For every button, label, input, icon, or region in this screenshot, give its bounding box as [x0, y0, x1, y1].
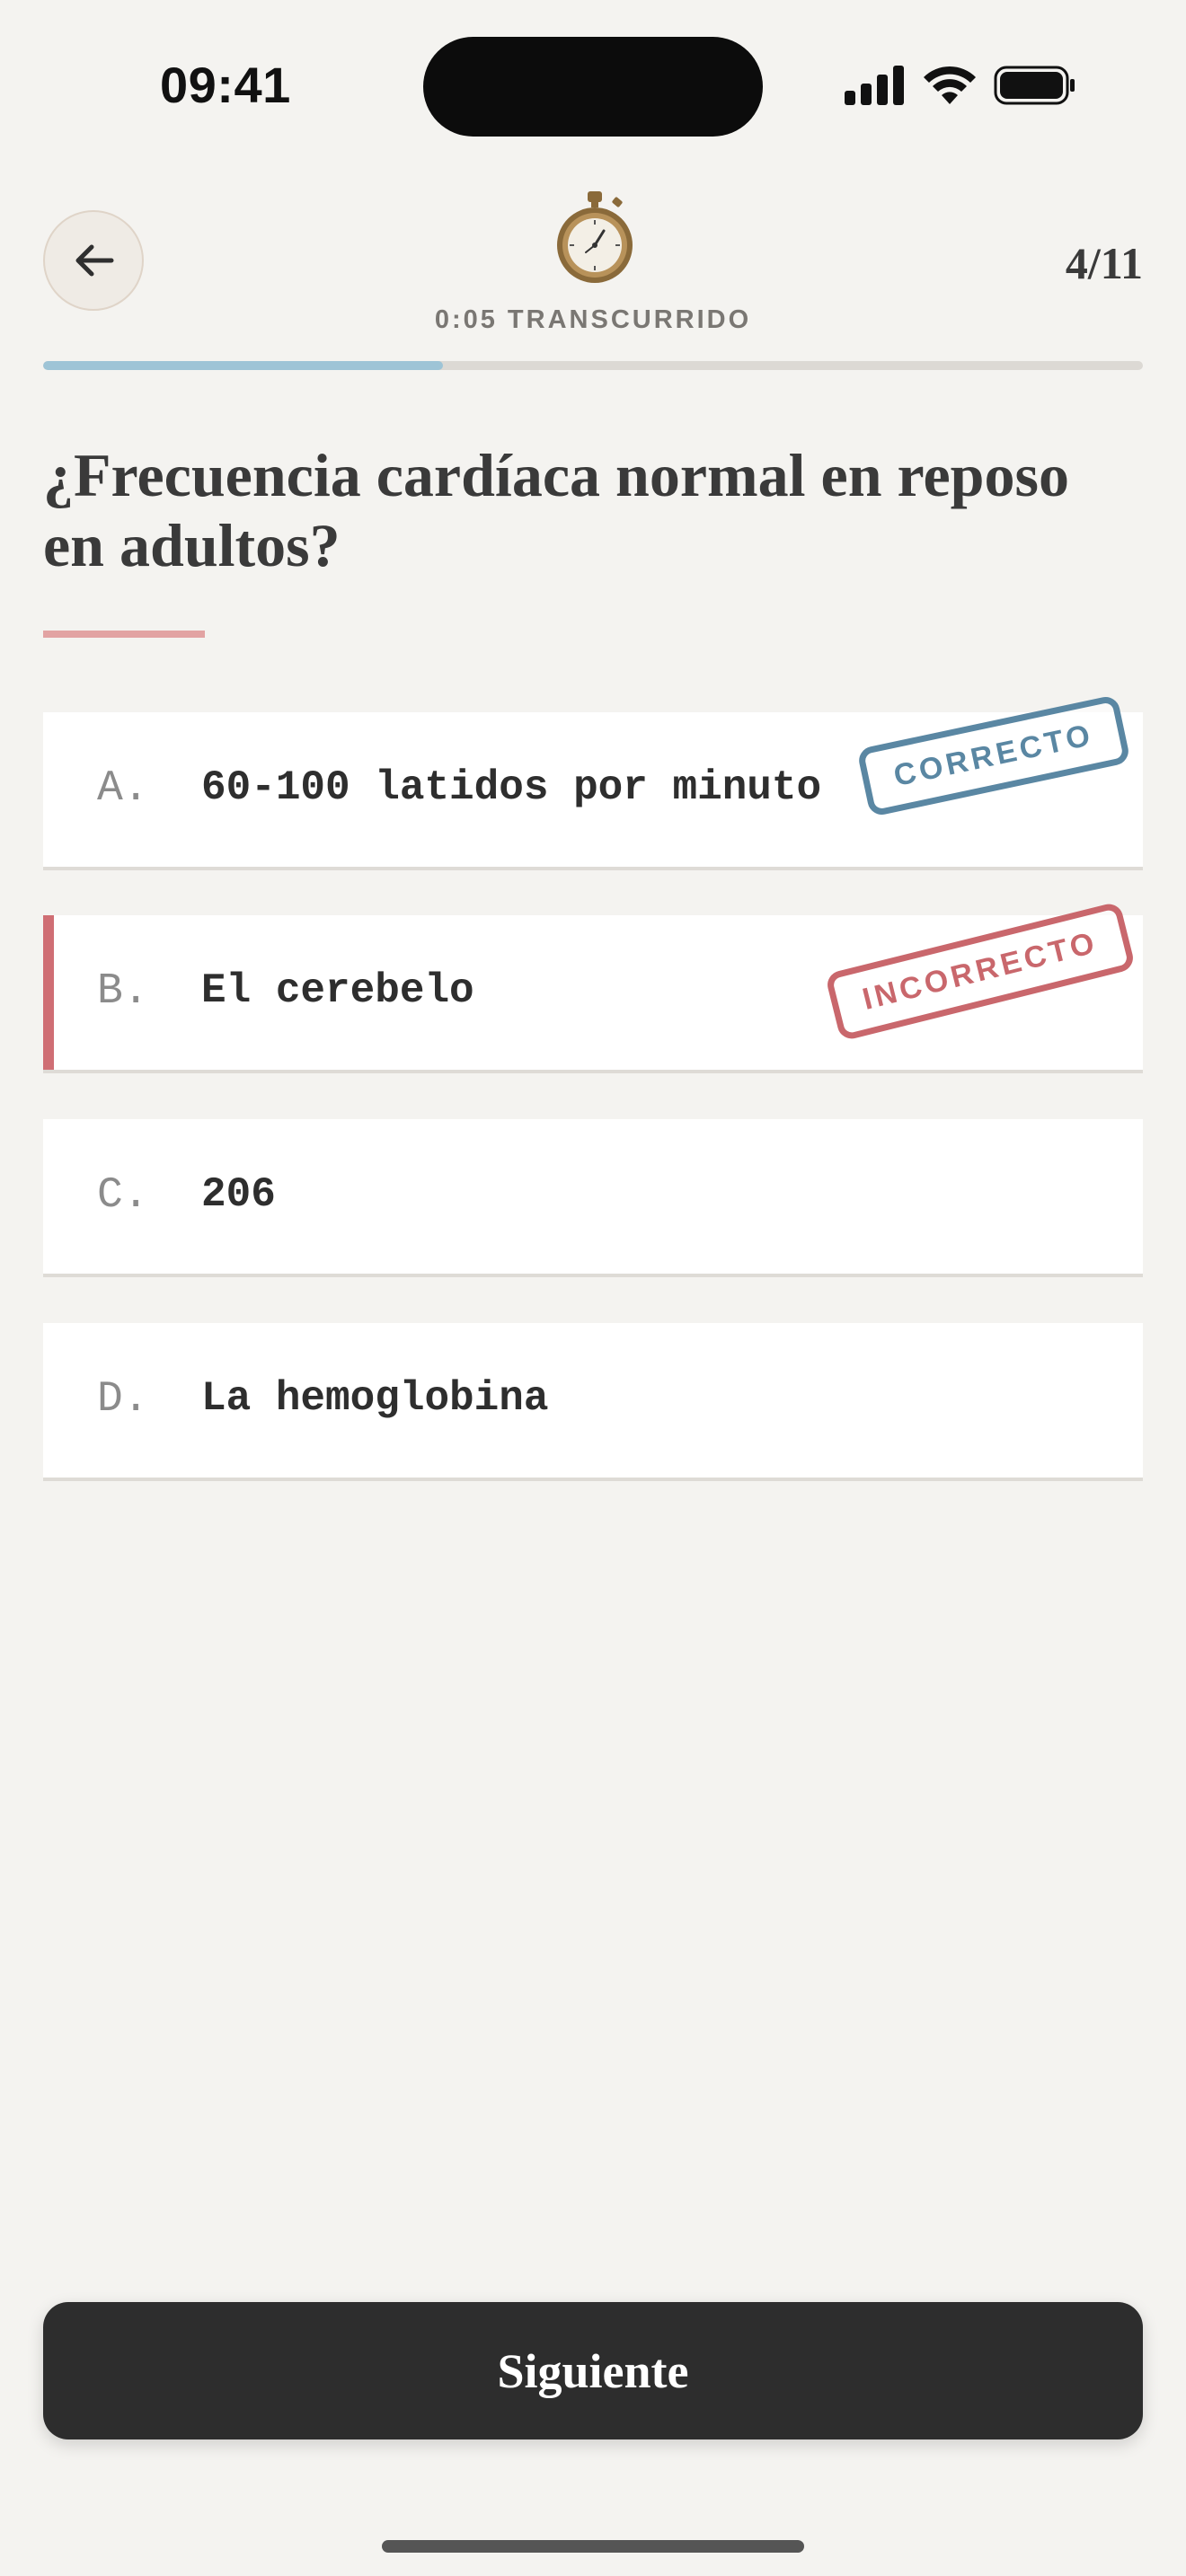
- progress-bar: [43, 361, 1143, 370]
- answer-text: 206: [201, 1171, 276, 1218]
- answer-letter: A.: [97, 764, 149, 813]
- correct-stamp: CORRECTO: [856, 694, 1131, 817]
- answer-letter: C.: [97, 1171, 149, 1220]
- back-button[interactable]: [43, 210, 144, 311]
- arrow-left-icon: [75, 244, 114, 277]
- battery-icon: [994, 66, 1075, 105]
- question-counter: 4/11: [1065, 238, 1143, 288]
- progress-fill: [43, 361, 444, 370]
- answer-letter: D.: [97, 1375, 149, 1424]
- answer-text: La hemoglobina: [201, 1375, 549, 1422]
- dynamic-island: [423, 37, 763, 137]
- elapsed-time: 0:05 TRANSCURRIDO: [434, 305, 752, 334]
- answer-option-b[interactable]: B. El cerebelo INCORRECTO: [43, 901, 1143, 1070]
- answer-text: El cerebelo: [201, 967, 474, 1014]
- answer-letter: B.: [97, 967, 149, 1016]
- answer-option-d[interactable]: D. La hemoglobina: [43, 1323, 1143, 1478]
- question-text: ¿Frecuencia cardíaca normal en reposo en…: [43, 441, 1069, 579]
- incorrect-stamp: INCORRECTO: [824, 901, 1137, 1042]
- answer-text: 60-100 latidos por minuto: [201, 764, 822, 811]
- next-button[interactable]: Siguiente: [43, 2302, 1143, 2439]
- answer-option-a[interactable]: A. 60-100 latidos por minuto CORRECTO: [43, 694, 1143, 867]
- wifi-icon: [924, 66, 976, 104]
- stopwatch-icon: [557, 191, 633, 283]
- status-time: 09:41: [160, 57, 291, 113]
- status-icons: [845, 65, 1076, 106]
- home-indicator: [382, 2540, 804, 2553]
- question-underline: [43, 631, 205, 638]
- answer-option-c[interactable]: C. 206: [43, 1119, 1143, 1274]
- signal-icon: [845, 66, 904, 105]
